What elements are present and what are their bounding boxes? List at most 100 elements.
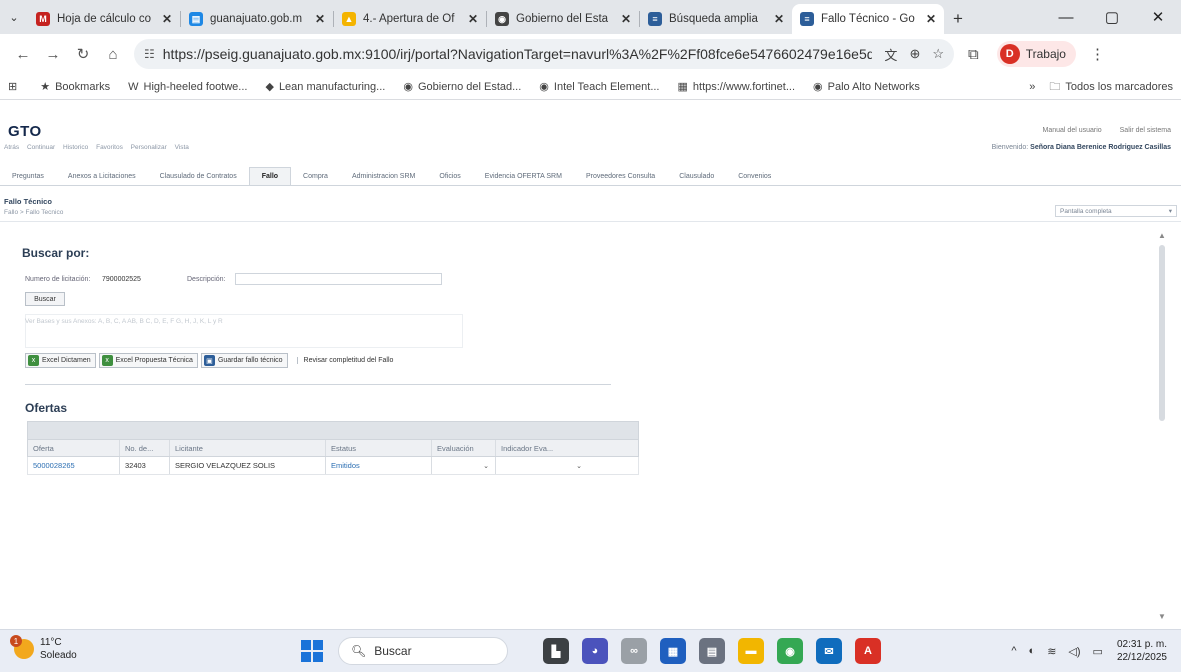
view-link[interactable]: Vista xyxy=(175,144,189,151)
home-icon[interactable]: ⌂ xyxy=(98,39,128,69)
forward-icon[interactable]: → xyxy=(38,39,68,69)
column-header[interactable]: Licitante xyxy=(170,440,326,456)
tab-close-icon[interactable]: ✕ xyxy=(621,12,631,26)
tab-title: Gobierno del Esta xyxy=(516,13,609,25)
fullscreen-select[interactable]: Pantalla completa ▾ xyxy=(1055,205,1177,217)
indicador-select[interactable]: ⌄ xyxy=(496,457,588,474)
nav-item[interactable]: Convenios xyxy=(726,167,783,185)
favorites-link[interactable]: Favoritos xyxy=(96,144,123,151)
address-bar[interactable]: ☷ https://pseig.guanajuato.gob.mx:9100/i… xyxy=(134,39,954,69)
tab-close-icon[interactable]: ✕ xyxy=(926,12,936,26)
scroll-up-icon[interactable]: ▲ xyxy=(1157,231,1167,240)
browser-tab[interactable]: ▤ guanajuato.gob.m ✕ xyxy=(181,4,333,34)
browser-tab[interactable]: ◉ Gobierno del Esta ✕ xyxy=(487,4,639,34)
battery-icon[interactable]: ▭ xyxy=(1093,645,1103,658)
bookmark-item[interactable]: ★ Bookmarks xyxy=(40,80,110,94)
taskbar-search[interactable]: 🔍︎ Buscar xyxy=(338,637,508,665)
evaluacion-select[interactable]: ⌄ xyxy=(432,457,496,474)
oferta-cell[interactable]: 5000028265 xyxy=(28,457,120,474)
task-view-icon[interactable]: ▙ xyxy=(543,638,569,664)
tab-close-icon[interactable]: ✕ xyxy=(774,12,784,26)
clock[interactable]: 02:31 p. m. 22/12/2025 xyxy=(1117,638,1167,664)
start-button[interactable] xyxy=(298,637,326,665)
column-header[interactable]: No. de... xyxy=(120,440,170,456)
licitacion-field[interactable]: 7900002525 xyxy=(102,276,141,283)
browser-tab[interactable]: ≡ Búsqueda amplia ✕ xyxy=(640,4,792,34)
bookmark-star-icon[interactable]: ☆ xyxy=(932,46,944,62)
scroll-down-icon[interactable]: ▼ xyxy=(1157,612,1167,621)
nav-item[interactable]: Administracion SRM xyxy=(340,167,427,185)
tab-close-icon[interactable]: ✕ xyxy=(468,12,478,26)
column-header[interactable]: Estatus xyxy=(326,440,432,456)
content-scrollbar[interactable]: ▲ ▼ xyxy=(1157,231,1167,621)
translate-icon[interactable]: 文 xyxy=(884,45,897,64)
manual-link[interactable]: Manual del usuario xyxy=(1043,127,1102,134)
logout-link[interactable]: Salir del sistema xyxy=(1120,127,1171,134)
breadcrumb[interactable]: Fallo > Fallo Tecnico xyxy=(4,209,63,216)
profile-chip[interactable]: D Trabajo xyxy=(996,41,1076,67)
chevron-up-icon[interactable]: ^ xyxy=(1011,645,1016,657)
minimize-icon[interactable]: — xyxy=(1043,0,1089,34)
nav-item[interactable]: Proveedores Consulta xyxy=(574,167,667,185)
close-window-icon[interactable]: ✕ xyxy=(1135,0,1181,34)
bookmark-item[interactable]: ◉ Palo Alto Networks xyxy=(813,80,920,94)
history-forward[interactable]: Continuar xyxy=(27,144,55,151)
site-info-icon[interactable]: ☷ xyxy=(144,47,155,61)
reload-icon[interactable]: ↻ xyxy=(68,39,98,69)
copilot-icon[interactable]: ∞ xyxy=(621,638,647,664)
personalize-link[interactable]: Personalizar xyxy=(131,144,167,151)
bookmark-item[interactable]: ◆ Lean manufacturing... xyxy=(265,80,385,94)
history-link[interactable]: Historico xyxy=(63,144,88,151)
revisar-completitud-button[interactable]: Revisar completitud del Fallo xyxy=(296,357,393,364)
new-tab-button[interactable]: + xyxy=(944,4,972,34)
browser-menu-icon[interactable]: ⋮ xyxy=(1090,45,1105,63)
nav-item[interactable]: Oficios xyxy=(427,167,472,185)
extensions-icon[interactable]: ⧉ xyxy=(968,46,979,63)
weather-widget[interactable]: 1 11°C Soleado xyxy=(10,635,77,662)
column-header[interactable]: Indicador Eva... xyxy=(496,440,588,456)
app-tray-icon[interactable]: ◐ xyxy=(1029,645,1036,657)
browser-tab[interactable]: M Hoja de cálculo co ✕ xyxy=(28,4,180,34)
wifi-icon[interactable]: ≋ xyxy=(1047,645,1056,658)
buscar-button[interactable]: Buscar xyxy=(25,292,65,306)
acrobat-icon[interactable]: A xyxy=(855,638,881,664)
teams-icon[interactable]: ◕ xyxy=(582,638,608,664)
history-back[interactable]: Atrás xyxy=(4,144,19,151)
descripcion-field[interactable] xyxy=(235,273,442,285)
chrome-icon[interactable]: ◉ xyxy=(777,638,803,664)
calculator-icon[interactable]: ▤ xyxy=(699,638,725,664)
nav-item[interactable]: Clausulado xyxy=(667,167,726,185)
nav-item[interactable]: Preguntas xyxy=(0,167,56,185)
column-header[interactable]: Oferta xyxy=(28,440,120,456)
guardar-fallo-button[interactable]: ▣ Guardar fallo técnico xyxy=(200,353,288,368)
zoom-icon[interactable]: ⊕ xyxy=(909,46,920,62)
apps-grid-icon[interactable]: ⊞ xyxy=(8,80,22,93)
volume-icon[interactable]: ◁) xyxy=(1068,645,1080,658)
url-text[interactable]: https://pseig.guanajuato.gob.mx:9100/irj… xyxy=(163,46,873,62)
tab-close-icon[interactable]: ✕ xyxy=(315,12,325,26)
browser-tab[interactable]: ≡ Fallo Técnico - Go ✕ xyxy=(792,4,944,34)
nav-item[interactable]: Evidencia OFERTA SRM xyxy=(473,167,574,185)
store-icon[interactable]: ▦ xyxy=(660,638,686,664)
bookmark-item[interactable]: W High-heeled footwe... xyxy=(128,81,247,93)
browser-tab[interactable]: ▲ 4.- Apertura de Of ✕ xyxy=(334,4,486,34)
tab-close-icon[interactable]: ✕ xyxy=(162,12,172,26)
column-header[interactable]: Evaluación xyxy=(432,440,496,456)
bookmarks-overflow-icon[interactable]: » xyxy=(1029,81,1035,93)
tab-search-icon[interactable]: ⌄ xyxy=(0,0,28,34)
restore-icon[interactable]: ▢ xyxy=(1089,0,1135,34)
scroll-thumb[interactable] xyxy=(1159,245,1165,421)
nav-item[interactable]: Clausulado de Contratos xyxy=(148,167,249,185)
excel-dictamen-button[interactable]: x Excel Dictamen xyxy=(25,353,96,368)
nav-item[interactable]: Fallo xyxy=(248,167,292,185)
outlook-icon[interactable]: ✉ xyxy=(816,638,842,664)
excel-propuesta-button[interactable]: x Excel Propuesta Técnica xyxy=(98,353,198,368)
nav-item[interactable]: Anexos a Licitaciones xyxy=(56,167,148,185)
back-icon[interactable]: ← xyxy=(8,39,38,69)
bookmark-item[interactable]: ◉ Gobierno del Estad... xyxy=(403,80,521,94)
all-bookmarks-button[interactable]: 🗀 Todos los marcadores xyxy=(1049,78,1173,97)
nav-item[interactable]: Compra xyxy=(291,167,340,185)
bookmark-item[interactable]: ◉ Intel Teach Element... xyxy=(539,80,659,94)
file-explorer-icon[interactable]: ▬ xyxy=(738,638,764,664)
bookmark-item[interactable]: ▦ https://www.fortinet... xyxy=(678,80,796,94)
